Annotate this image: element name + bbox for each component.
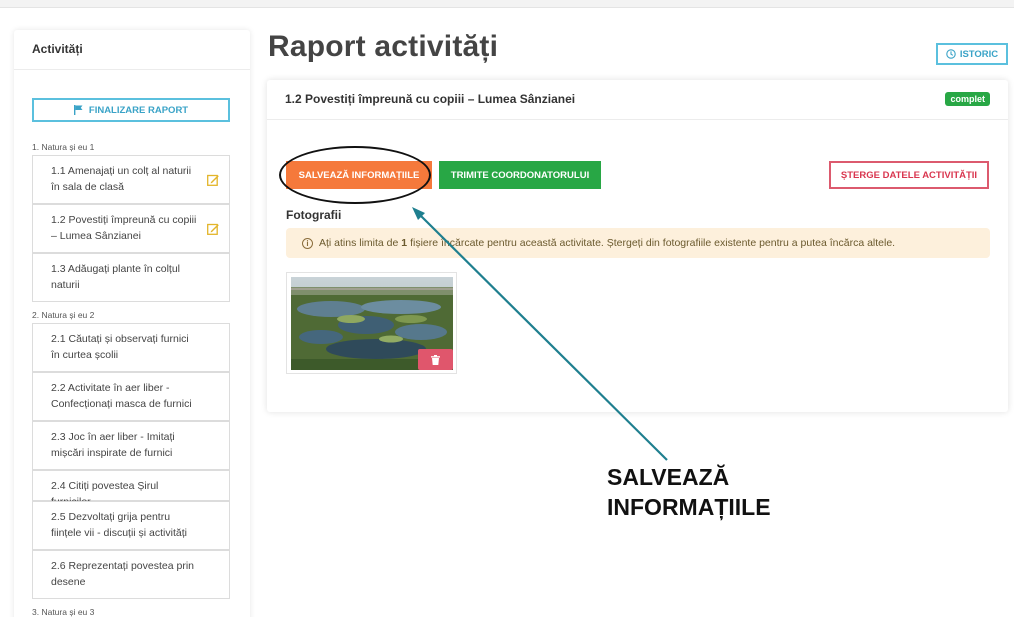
callout-line-2: INFORMAȚIILE bbox=[607, 494, 771, 520]
annotation-arrow bbox=[412, 207, 668, 461]
callout-line-1: SALVEAZĂ bbox=[607, 464, 730, 490]
annotation-callout: SALVEAZĂ INFORMAȚIILE bbox=[607, 462, 771, 522]
